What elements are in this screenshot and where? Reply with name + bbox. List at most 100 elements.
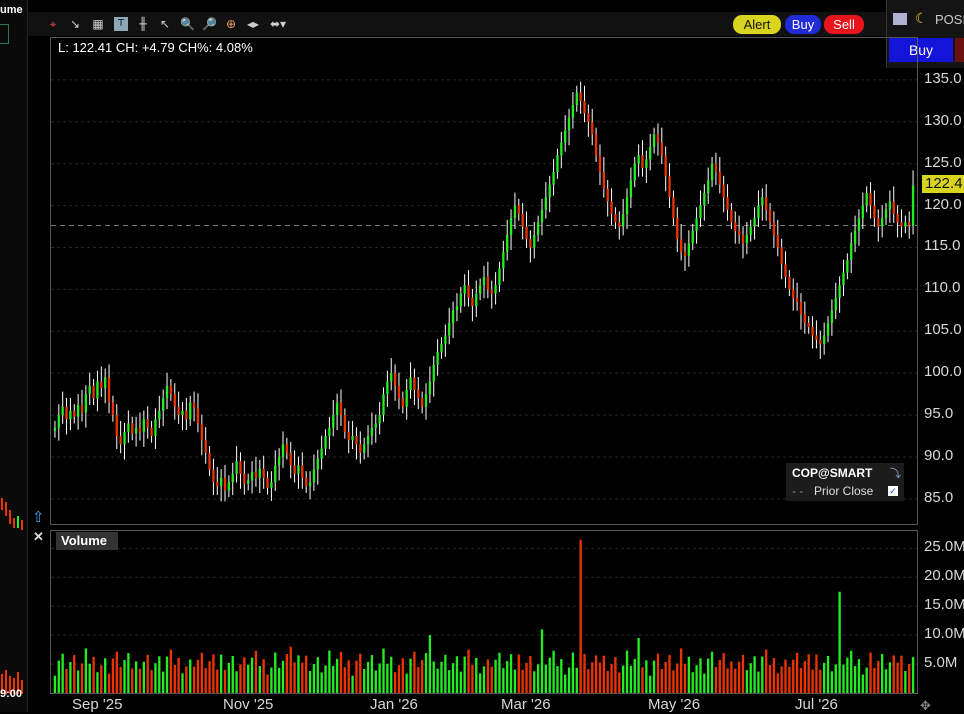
candle-body [687, 243, 691, 256]
candle-body [320, 448, 323, 459]
candle-body [216, 482, 219, 487]
target-icon[interactable]: ⊕ [224, 17, 238, 31]
candle-body [123, 431, 126, 445]
left-panel-input[interactable] [0, 24, 9, 44]
candle-body [386, 381, 389, 395]
volume-bar [463, 656, 466, 693]
candle-body [274, 465, 277, 483]
candle-body [776, 234, 779, 248]
candle-body [614, 213, 617, 223]
candle-body [231, 473, 234, 483]
volume-bar [277, 667, 281, 693]
candle-body [587, 113, 590, 122]
candle-body [853, 230, 857, 244]
candle-body [509, 218, 513, 235]
candle-body [494, 285, 497, 294]
prior-close-checkbox[interactable]: ✓ [888, 486, 898, 496]
volume-bar [409, 658, 412, 693]
close-icon[interactable]: ✕ [33, 529, 44, 545]
time-tick-label: Mar '26 [501, 696, 551, 713]
candle-body [753, 218, 756, 227]
cursor-icon[interactable]: ↖ [158, 17, 172, 31]
volume-bar [420, 660, 424, 693]
volume-bar [664, 662, 667, 693]
ohlc-readout: L: 122.41 CH: +4.79 CH%: 4.08% [58, 40, 253, 55]
legend-settings-icon[interactable]: ⤵ [890, 465, 901, 481]
volume-bar [842, 664, 845, 693]
volume-bar [266, 674, 269, 693]
candle-body [393, 373, 397, 386]
candle-body [676, 218, 679, 240]
candle-body [277, 456, 281, 466]
price-tick-label: 120.0 [924, 195, 962, 213]
text-icon[interactable]: T [114, 17, 128, 31]
price-chart[interactable] [50, 37, 918, 525]
candle-body [312, 469, 316, 483]
volume-bar [316, 657, 319, 693]
buy-button[interactable]: Buy [785, 15, 821, 34]
candle-body [185, 410, 188, 420]
grid-icon[interactable]: ▦ [91, 17, 105, 31]
candle-body [138, 427, 142, 432]
candle-body [884, 209, 888, 219]
candle-body [772, 222, 776, 235]
candle-body [262, 468, 265, 478]
volume-bar [355, 660, 358, 693]
volume-bar [734, 668, 737, 693]
volume-bar [165, 656, 169, 693]
candle-body [134, 427, 138, 434]
zoom-out-icon[interactable]: 🔎 [202, 17, 217, 31]
candle-body [301, 465, 304, 478]
volume-bar [753, 656, 756, 693]
bars-icon[interactable]: ╫ [136, 17, 150, 31]
candle-body [575, 92, 578, 106]
candle-body [223, 477, 227, 491]
alert-button[interactable]: Alert [733, 15, 781, 34]
draw-icon[interactable]: ↘ [68, 17, 82, 31]
volume-bar [846, 657, 849, 693]
crosshair-icon[interactable]: ⌖ [46, 17, 60, 31]
candle-body [177, 406, 180, 416]
volume-chart[interactable] [50, 530, 918, 694]
volume-bar [250, 657, 254, 693]
volume-bar [351, 675, 354, 693]
candle-body [316, 458, 319, 470]
candle-body [165, 385, 169, 399]
volume-bar [382, 648, 385, 693]
candle-body [579, 92, 582, 101]
candle-body [552, 172, 555, 185]
candle-body [633, 163, 636, 181]
volume-bar [448, 670, 451, 693]
volume-bar [707, 658, 710, 693]
candle-body [61, 406, 64, 416]
candle-body [308, 482, 312, 487]
volume-bar [138, 668, 142, 693]
left-panel-label: ume [0, 4, 23, 16]
volume-bar [397, 665, 401, 693]
candle-body [598, 155, 602, 173]
volume-bar [815, 654, 818, 693]
volume-bar [231, 655, 234, 693]
zoom-in-icon[interactable]: 🔍 [180, 17, 195, 31]
volume-bar [533, 671, 536, 693]
volume-bar [115, 651, 118, 693]
candle-body [911, 185, 915, 226]
candle-body [359, 444, 362, 453]
volume-bar [107, 673, 111, 693]
candle-body [707, 180, 710, 194]
volume-bar [807, 654, 810, 693]
candle-body [254, 472, 258, 478]
candle-body [142, 419, 145, 432]
candle-body [811, 327, 814, 336]
volume-bar [869, 652, 872, 693]
candle-body [699, 205, 702, 219]
expand-icon[interactable]: ⇧ [32, 508, 45, 526]
last-price-tag: 122.4 [922, 175, 964, 194]
fit-icon[interactable]: ◂▸ [246, 17, 260, 31]
sell-button[interactable]: Sell [824, 15, 864, 34]
candle-body [189, 402, 192, 420]
split-icon[interactable]: ⬌▾ [270, 17, 286, 31]
volume-bar [765, 649, 768, 693]
candle-body [908, 222, 911, 226]
volume-bar [506, 661, 509, 693]
